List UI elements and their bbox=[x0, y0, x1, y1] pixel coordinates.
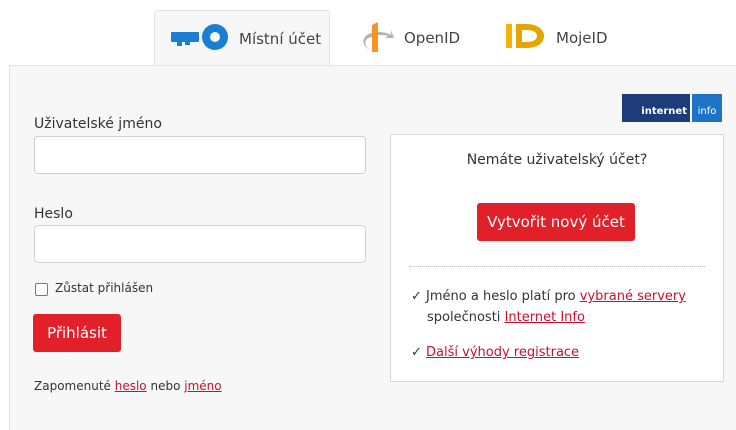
openid-icon bbox=[358, 19, 394, 57]
mojeid-icon bbox=[506, 20, 546, 56]
check-icon: ✓ bbox=[411, 345, 422, 360]
tab-mojeid-label: MojeID bbox=[556, 29, 608, 47]
username-field[interactable] bbox=[34, 136, 366, 174]
password-field[interactable] bbox=[34, 225, 366, 263]
username-label: Uživatelské jméno bbox=[34, 116, 162, 132]
benefit-more: ✓ Další výhody registrace bbox=[411, 345, 579, 360]
more-benefits-link[interactable]: Další výhody registrace bbox=[426, 345, 579, 360]
tab-openid[interactable]: OpenID bbox=[354, 10, 460, 66]
forgot-credentials: Zapomenuté heslo nebo jméno bbox=[34, 379, 222, 393]
create-account-button[interactable]: Vytvořit nový účet bbox=[477, 203, 635, 241]
selected-servers-link[interactable]: vybrané servery bbox=[580, 289, 686, 304]
logo-part-info: info bbox=[692, 94, 722, 122]
password-label: Heslo bbox=[34, 206, 73, 222]
remember-me-label: Zůstat přihlášen bbox=[55, 281, 154, 295]
benefit-servers-text1: Jméno a heslo platí pro bbox=[426, 289, 576, 304]
login-panel: Uživatelské jméno Heslo Zůstat přihlášen… bbox=[9, 65, 736, 430]
divider bbox=[409, 266, 705, 267]
check-icon: ✓ bbox=[411, 289, 422, 304]
forgot-password-link[interactable]: heslo bbox=[115, 379, 147, 393]
tab-mojeid[interactable]: MojeID bbox=[506, 10, 608, 66]
internet-info-link[interactable]: Internet Info bbox=[505, 310, 585, 325]
tab-openid-label: OpenID bbox=[404, 29, 461, 47]
tab-local-label: Místní účet bbox=[239, 29, 322, 48]
internet-info-logo: internet info bbox=[622, 94, 722, 122]
forgot-name-link[interactable]: jméno bbox=[184, 379, 221, 393]
benefit-servers-text2: společnosti bbox=[427, 310, 501, 325]
tab-local-account[interactable]: Místní účet bbox=[154, 10, 330, 66]
key-icon bbox=[171, 22, 229, 56]
logo-part-internet: internet bbox=[622, 94, 690, 122]
signup-question: Nemáte uživatelský účet? bbox=[466, 152, 648, 168]
forgot-or: nebo bbox=[150, 379, 181, 393]
benefit-servers: ✓ Jméno a heslo platí pro vybrané server… bbox=[411, 286, 711, 328]
signup-box: Nemáte uživatelský účet? Vytvořit nový ú… bbox=[390, 134, 724, 382]
remember-me-checkbox[interactable] bbox=[35, 283, 48, 296]
login-button[interactable]: Přihlásit bbox=[33, 314, 121, 352]
forgot-prefix: Zapomenuté bbox=[34, 379, 111, 393]
